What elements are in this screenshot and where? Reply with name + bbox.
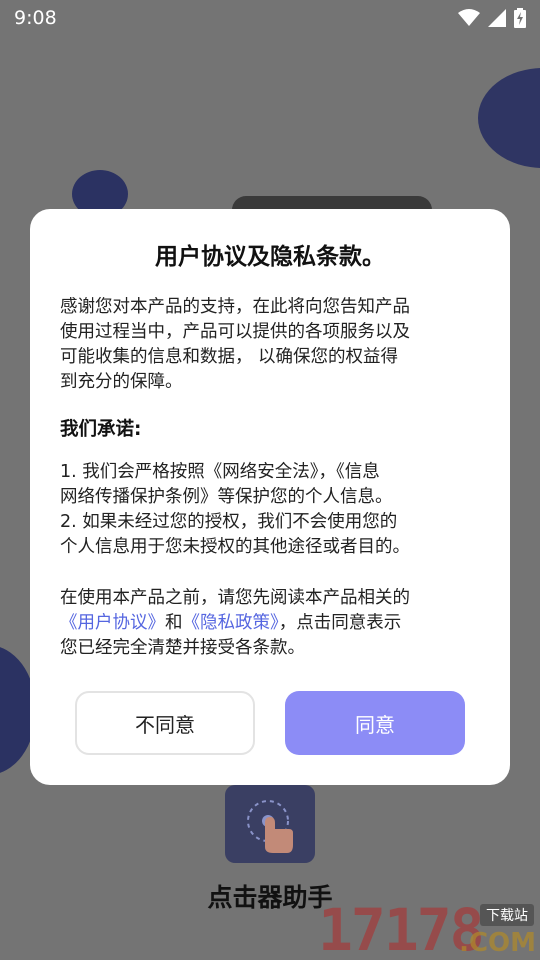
privacy-policy-link[interactable]: 《隐私政策》: [183, 613, 279, 633]
touch-hand-icon: [225, 785, 315, 863]
watermark-suffix: .COM: [459, 928, 536, 958]
promise-line: 网络传播保护条例》等保护您的个人信息。: [60, 487, 393, 507]
wifi-icon: [458, 9, 480, 26]
intro-line: 可能收集的信息和数据， 以确保您的权益得: [60, 347, 399, 367]
intro-line: 到充分的保障。: [60, 372, 183, 392]
status-bar: 9:08: [0, 0, 540, 36]
watermark-badge: 下载站: [480, 904, 534, 926]
notice-line: 在使用本产品之前，请您先阅读本产品相关的: [60, 588, 410, 608]
intro-line: 感谢您对本产品的支持，在此将向您告知产品: [60, 297, 410, 317]
notice-tail: ，点击同意表示: [278, 613, 402, 633]
user-agreement-link[interactable]: 《用户协议》: [60, 613, 165, 633]
intro-text: 感谢您对本产品的支持，在此将向您告知产品 使用过程当中，产品可以提供的各项服务以…: [60, 295, 480, 395]
status-icons: [458, 8, 526, 28]
agree-button[interactable]: 同意: [285, 691, 465, 755]
promise-line: 个人信息用于您未授权的其他途径或者目的。: [60, 537, 410, 557]
promise-list: 1. 我们会严格按照《网络安全法》，《信息 网络传播保护条例》等保护您的个人信息…: [60, 460, 480, 560]
intro-line: 使用过程当中，产品可以提供的各项服务以及: [60, 322, 410, 342]
watermark-digits: 17178: [318, 896, 485, 960]
screen: 9:08 点击器助手 17178 下载站 .COM 用户协议及隐私条款。 感谢您…: [0, 0, 540, 960]
promise-line: 1. 我们会严格按照《网络安全法》，《信息: [60, 462, 380, 482]
battery-charging-icon: [514, 8, 526, 28]
dialog-buttons: 不同意 同意: [75, 691, 465, 755]
disagree-button[interactable]: 不同意: [75, 691, 255, 755]
signal-icon: [488, 9, 506, 27]
promise-line: 2. 如果未经过您的授权，我们不会使用您的: [60, 512, 398, 532]
notice-text: 在使用本产品之前，请您先阅读本产品相关的 《用户协议》和《隐私政策》，点击同意表…: [60, 586, 480, 661]
notice-and: 和: [165, 613, 183, 633]
watermark-logo: 17178 下载站 .COM: [318, 900, 540, 960]
agreement-dialog: 用户协议及隐私条款。 感谢您对本产品的支持，在此将向您告知产品 使用过程当中，产…: [30, 209, 510, 785]
dialog-title: 用户协议及隐私条款。: [155, 244, 385, 270]
decor-circle-right: [478, 68, 540, 168]
notice-line: 您已经完全清楚并接受各条款。: [60, 638, 305, 658]
promise-heading: 我们承诺:: [60, 419, 142, 440]
status-time: 9:08: [14, 7, 57, 29]
notice-line: 《用户协议》和《隐私政策》，点击同意表示: [60, 611, 480, 636]
